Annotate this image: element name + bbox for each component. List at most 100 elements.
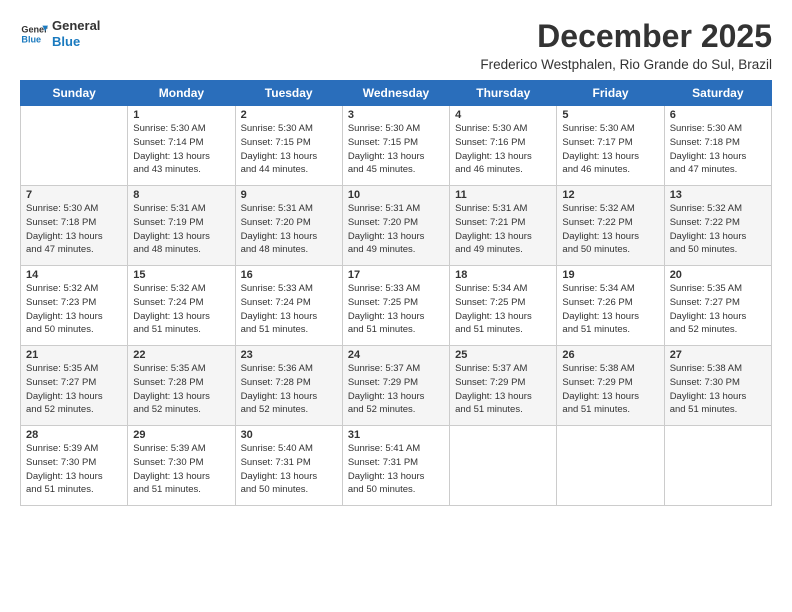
calendar-cell: 2Sunrise: 5:30 AMSunset: 7:15 PMDaylight… (235, 106, 342, 186)
day-number: 25 (455, 349, 551, 361)
calendar-cell: 21Sunrise: 5:35 AMSunset: 7:27 PMDayligh… (21, 346, 128, 426)
day-info: Sunrise: 5:30 AMSunset: 7:15 PMDaylight:… (241, 122, 337, 177)
day-info: Sunrise: 5:34 AMSunset: 7:26 PMDaylight:… (562, 282, 658, 337)
calendar-cell (557, 426, 664, 506)
day-info: Sunrise: 5:35 AMSunset: 7:28 PMDaylight:… (133, 362, 229, 417)
day-info: Sunrise: 5:32 AMSunset: 7:23 PMDaylight:… (26, 282, 122, 337)
day-number: 2 (241, 109, 337, 121)
weekday-header-thursday: Thursday (450, 81, 557, 106)
day-number: 8 (133, 189, 229, 201)
day-number: 20 (670, 269, 766, 281)
day-number: 12 (562, 189, 658, 201)
logo-line2: Blue (52, 34, 100, 50)
day-info: Sunrise: 5:36 AMSunset: 7:28 PMDaylight:… (241, 362, 337, 417)
day-info: Sunrise: 5:32 AMSunset: 7:24 PMDaylight:… (133, 282, 229, 337)
day-info: Sunrise: 5:31 AMSunset: 7:19 PMDaylight:… (133, 202, 229, 257)
calendar-cell: 22Sunrise: 5:35 AMSunset: 7:28 PMDayligh… (128, 346, 235, 426)
calendar-week-row: 7Sunrise: 5:30 AMSunset: 7:18 PMDaylight… (21, 186, 772, 266)
day-number: 7 (26, 189, 122, 201)
day-number: 21 (26, 349, 122, 361)
day-info: Sunrise: 5:39 AMSunset: 7:30 PMDaylight:… (133, 442, 229, 497)
day-info: Sunrise: 5:33 AMSunset: 7:24 PMDaylight:… (241, 282, 337, 337)
calendar-cell: 20Sunrise: 5:35 AMSunset: 7:27 PMDayligh… (664, 266, 771, 346)
day-number: 29 (133, 429, 229, 441)
day-number: 24 (348, 349, 444, 361)
weekday-header-wednesday: Wednesday (342, 81, 449, 106)
day-info: Sunrise: 5:41 AMSunset: 7:31 PMDaylight:… (348, 442, 444, 497)
calendar-cell: 26Sunrise: 5:38 AMSunset: 7:29 PMDayligh… (557, 346, 664, 426)
calendar-cell: 7Sunrise: 5:30 AMSunset: 7:18 PMDaylight… (21, 186, 128, 266)
calendar-cell: 30Sunrise: 5:40 AMSunset: 7:31 PMDayligh… (235, 426, 342, 506)
calendar-cell: 14Sunrise: 5:32 AMSunset: 7:23 PMDayligh… (21, 266, 128, 346)
day-info: Sunrise: 5:34 AMSunset: 7:25 PMDaylight:… (455, 282, 551, 337)
calendar-cell: 28Sunrise: 5:39 AMSunset: 7:30 PMDayligh… (21, 426, 128, 506)
calendar-week-row: 21Sunrise: 5:35 AMSunset: 7:27 PMDayligh… (21, 346, 772, 426)
calendar-cell: 19Sunrise: 5:34 AMSunset: 7:26 PMDayligh… (557, 266, 664, 346)
logo-text: General Blue (52, 18, 100, 49)
day-info: Sunrise: 5:30 AMSunset: 7:16 PMDaylight:… (455, 122, 551, 177)
day-number: 11 (455, 189, 551, 201)
day-info: Sunrise: 5:37 AMSunset: 7:29 PMDaylight:… (348, 362, 444, 417)
day-info: Sunrise: 5:35 AMSunset: 7:27 PMDaylight:… (26, 362, 122, 417)
subtitle: Frederico Westphalen, Rio Grande do Sul,… (20, 57, 772, 72)
day-info: Sunrise: 5:30 AMSunset: 7:14 PMDaylight:… (133, 122, 229, 177)
month-title: December 2025 (537, 18, 772, 55)
day-number: 10 (348, 189, 444, 201)
day-number: 15 (133, 269, 229, 281)
day-number: 6 (670, 109, 766, 121)
logo-icon: General Blue (20, 20, 48, 48)
day-number: 23 (241, 349, 337, 361)
day-number: 28 (26, 429, 122, 441)
day-info: Sunrise: 5:32 AMSunset: 7:22 PMDaylight:… (562, 202, 658, 257)
day-info: Sunrise: 5:30 AMSunset: 7:18 PMDaylight:… (26, 202, 122, 257)
day-info: Sunrise: 5:40 AMSunset: 7:31 PMDaylight:… (241, 442, 337, 497)
calendar-week-row: 14Sunrise: 5:32 AMSunset: 7:23 PMDayligh… (21, 266, 772, 346)
calendar-cell: 15Sunrise: 5:32 AMSunset: 7:24 PMDayligh… (128, 266, 235, 346)
day-info: Sunrise: 5:31 AMSunset: 7:20 PMDaylight:… (348, 202, 444, 257)
calendar-cell (21, 106, 128, 186)
day-info: Sunrise: 5:32 AMSunset: 7:22 PMDaylight:… (670, 202, 766, 257)
day-number: 17 (348, 269, 444, 281)
calendar-cell (450, 426, 557, 506)
calendar-cell: 25Sunrise: 5:37 AMSunset: 7:29 PMDayligh… (450, 346, 557, 426)
logo-line1: General (52, 18, 100, 34)
logo: General Blue General Blue (20, 18, 100, 49)
day-number: 14 (26, 269, 122, 281)
calendar-cell: 10Sunrise: 5:31 AMSunset: 7:20 PMDayligh… (342, 186, 449, 266)
day-number: 3 (348, 109, 444, 121)
calendar-cell: 8Sunrise: 5:31 AMSunset: 7:19 PMDaylight… (128, 186, 235, 266)
day-info: Sunrise: 5:31 AMSunset: 7:21 PMDaylight:… (455, 202, 551, 257)
day-number: 1 (133, 109, 229, 121)
day-number: 9 (241, 189, 337, 201)
day-number: 13 (670, 189, 766, 201)
day-number: 31 (348, 429, 444, 441)
weekday-header-saturday: Saturday (664, 81, 771, 106)
calendar-cell (664, 426, 771, 506)
calendar-cell: 12Sunrise: 5:32 AMSunset: 7:22 PMDayligh… (557, 186, 664, 266)
page-container: General Blue General Blue December 2025 … (0, 0, 792, 516)
svg-text:Blue: Blue (21, 34, 41, 44)
calendar-cell: 13Sunrise: 5:32 AMSunset: 7:22 PMDayligh… (664, 186, 771, 266)
weekday-header-sunday: Sunday (21, 81, 128, 106)
calendar-week-row: 28 Sunrise: 5:39 AMSunset: 7:30 PMDayligh… (21, 426, 772, 506)
day-info: Sunrise: 5:35 AMSunset: 7:27 PMDaylight:… (670, 282, 766, 337)
calendar-cell: 6Sunrise: 5:30 AMSunset: 7:18 PMDaylight… (664, 106, 771, 186)
calendar-cell: 23Sunrise: 5:36 AMSunset: 7:28 PMDayligh… (235, 346, 342, 426)
day-number: 27 (670, 349, 766, 361)
day-number: 4 (455, 109, 551, 121)
day-number: 16 (241, 269, 337, 281)
day-number: 5 (562, 109, 658, 121)
day-info: Sunrise: 5:37 AMSunset: 7:29 PMDaylight:… (455, 362, 551, 417)
day-info: Sunrise: 5:30 AMSunset: 7:15 PMDaylight:… (348, 122, 444, 177)
header: General Blue General Blue December 2025 (20, 18, 772, 55)
weekday-header-monday: Monday (128, 81, 235, 106)
day-number: 30 (241, 429, 337, 441)
calendar-cell: 1Sunrise: 5:30 AMSunset: 7:14 PMDaylight… (128, 106, 235, 186)
weekday-header-tuesday: Tuesday (235, 81, 342, 106)
day-info: Sunrise: 5:30 AMSunset: 7:18 PMDaylight:… (670, 122, 766, 177)
calendar-cell: 16Sunrise: 5:33 AMSunset: 7:24 PMDayligh… (235, 266, 342, 346)
calendar-cell: 24Sunrise: 5:37 AMSunset: 7:29 PMDayligh… (342, 346, 449, 426)
calendar-cell: 4Sunrise: 5:30 AMSunset: 7:16 PMDaylight… (450, 106, 557, 186)
day-number: 18 (455, 269, 551, 281)
day-info: Sunrise: 5:38 AMSunset: 7:30 PMDaylight:… (670, 362, 766, 417)
